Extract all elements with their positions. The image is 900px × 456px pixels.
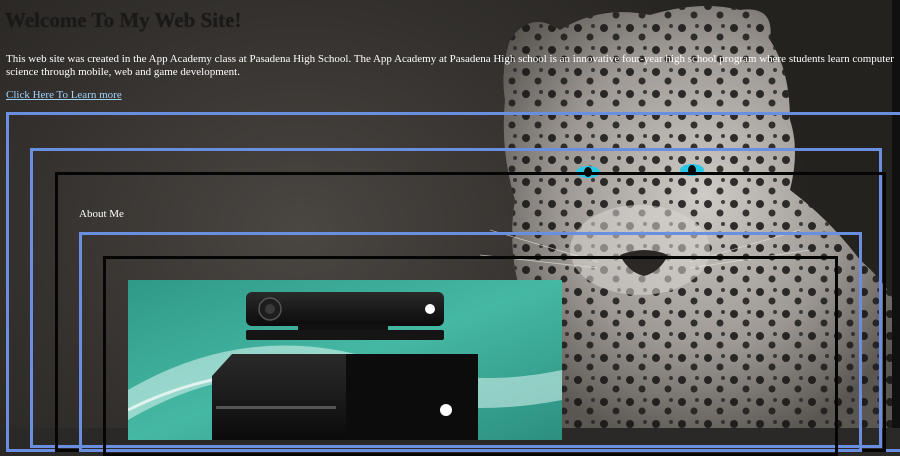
learn-more-link[interactable]: Click Here To Learn more — [6, 89, 122, 101]
about-me-heading: About Me — [79, 208, 124, 220]
page-title: Welcome To My Web Site! — [5, 8, 242, 32]
xbox-console-image — [128, 280, 562, 440]
intro-paragraph: This web site was created in the App Aca… — [6, 53, 894, 78]
